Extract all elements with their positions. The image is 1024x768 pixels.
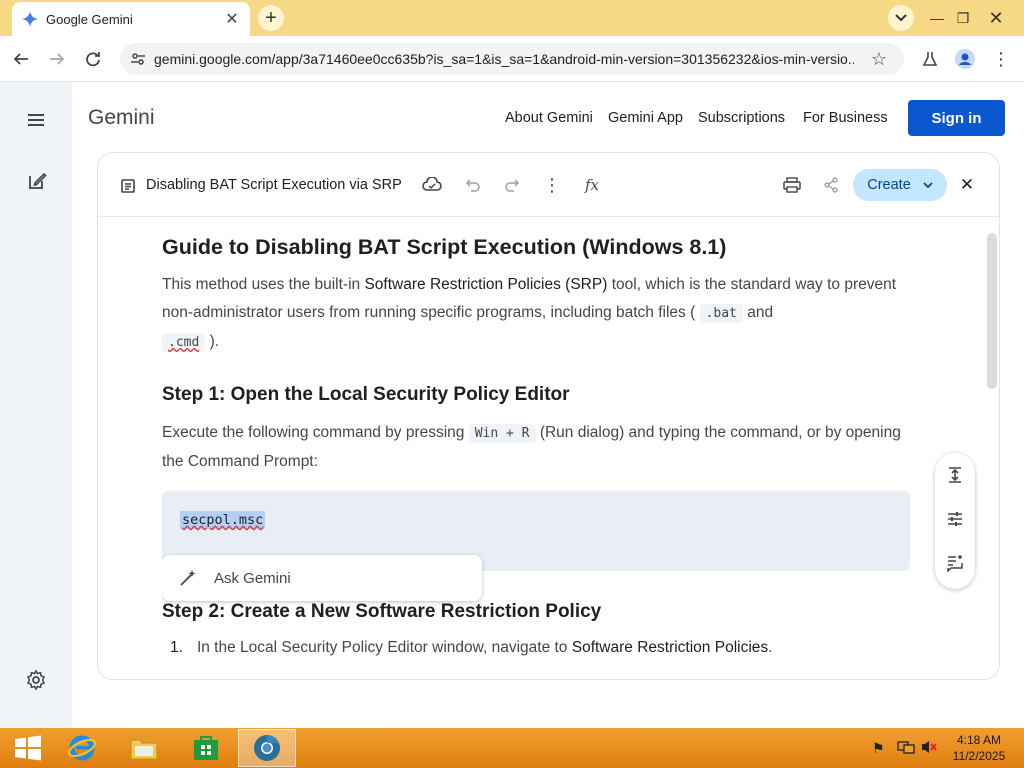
nav-subscriptions[interactable]: Subscriptions	[698, 110, 785, 126]
new-chat-icon[interactable]	[26, 170, 48, 197]
network-icon[interactable]	[897, 739, 915, 760]
main-area: Gemini About Gemini Gemini App Subscript…	[72, 82, 1024, 728]
intro-text: This method uses the built-in	[162, 276, 365, 293]
document-heading: Guide to Disabling BAT Script Execution …	[162, 235, 727, 259]
back-button[interactable]	[8, 46, 34, 72]
side-rail	[0, 82, 72, 728]
site-settings-icon[interactable]	[130, 51, 146, 67]
ask-gemini-label: Ask Gemini	[214, 569, 291, 587]
start-button[interactable]	[0, 730, 56, 766]
canvas-title: Disabling BAT Script Execution via SRP	[146, 177, 402, 193]
flask-icon	[922, 52, 938, 66]
document-content: Guide to Disabling BAT Script Execution …	[162, 217, 912, 679]
menu-hamburger-icon[interactable]	[24, 108, 48, 137]
intro-and: and	[742, 304, 774, 321]
step2-heading: Step 2: Create a New Software Restrictio…	[162, 601, 602, 622]
tab-title: Google Gemini	[46, 11, 133, 27]
store-icon[interactable]	[178, 730, 234, 766]
cloud-save-icon[interactable]	[420, 173, 444, 197]
chevron-down-icon	[923, 182, 933, 188]
function-fx-icon[interactable]: fx	[580, 173, 604, 197]
step1-heading: Step 1: Open the Local Security Policy E…	[162, 384, 570, 405]
redo-icon[interactable]	[500, 173, 524, 197]
adjust-length-icon[interactable]	[943, 463, 967, 487]
close-tab-icon[interactable]: ✕	[224, 9, 240, 29]
code-win-r: Win + R	[468, 424, 536, 443]
back-arrow-icon	[13, 53, 28, 65]
ask-gemini-popup[interactable]: Ask Gemini	[162, 555, 482, 601]
sign-in-button[interactable]: Sign in	[908, 100, 1005, 136]
tab-strip: Google Gemini ✕ + — ❐ ✕	[0, 0, 1024, 36]
system-clock[interactable]: 4:18 AM 11/2/2025	[948, 732, 1010, 764]
add-note-icon[interactable]	[943, 551, 967, 575]
tab-search-button[interactable]	[888, 5, 914, 31]
list-text: In the Local Security Policy Editor wind…	[196, 639, 572, 656]
nav-for-business[interactable]: For Business	[803, 110, 888, 126]
settings-gear-icon[interactable]	[24, 668, 48, 697]
nav-about-gemini[interactable]: About Gemini	[505, 110, 593, 126]
windows-taskbar: ⚑ 4:18 AM 11/2/2025	[0, 728, 1024, 768]
step1-paragraph: Execute the following command by pressin…	[162, 419, 902, 476]
gemini-logo-icon	[22, 11, 38, 27]
chevron-down-icon	[895, 14, 907, 22]
share-icon[interactable]	[819, 173, 843, 197]
account-icon	[955, 49, 975, 69]
list-bold-text: Software Restriction Policies	[571, 639, 769, 656]
address-bar[interactable]: gemini.google.com/app/3a71460ee0cc635b?i…	[120, 43, 904, 75]
nav-gemini-app[interactable]: Gemini App	[608, 110, 683, 126]
intro-paragraph: This method uses the built-in Software R…	[162, 271, 902, 357]
new-tab-button[interactable]: +	[258, 5, 284, 31]
minimize-button[interactable]: —	[922, 0, 952, 36]
reload-icon	[86, 52, 100, 67]
gemini-page: Gemini About Gemini Gemini App Subscript…	[0, 82, 1024, 728]
clock-time: 4:18 AM	[956, 733, 1002, 747]
floating-toolbar	[935, 453, 975, 589]
canvas-scrollbar[interactable]	[987, 233, 997, 389]
labs-flask-icon[interactable]	[917, 46, 943, 72]
close-window-button[interactable]: ✕	[976, 0, 1016, 36]
intro-end: ).	[205, 333, 220, 350]
gemini-brand[interactable]: Gemini	[88, 106, 155, 130]
magic-pencil-icon	[180, 570, 196, 586]
volume-muted-icon[interactable]	[920, 739, 938, 760]
document-icon	[121, 179, 135, 193]
create-label: Create	[867, 177, 911, 193]
bookmark-star-icon[interactable]: ☆	[866, 46, 892, 72]
forward-button[interactable]	[44, 46, 70, 72]
list-number: 1.	[170, 639, 183, 656]
chrome-taskbar-icon[interactable]	[238, 729, 296, 767]
action-center-flag-icon[interactable]: ⚑	[872, 740, 885, 757]
close-canvas-icon[interactable]: ✕	[955, 173, 979, 197]
url-text: gemini.google.com/app/3a71460ee0cc635b?i…	[154, 51, 854, 67]
undo-icon[interactable]	[461, 173, 485, 197]
more-options-icon[interactable]: ⋮	[540, 173, 564, 197]
browser-tab[interactable]: Google Gemini ✕	[12, 2, 250, 36]
canvas-panel: Disabling BAT Script Execution via SRP ⋮…	[97, 152, 1000, 680]
tune-sliders-icon[interactable]	[943, 507, 967, 531]
step1-text: Execute the following command by pressin…	[162, 424, 469, 441]
code-cmd: .cmd	[162, 333, 206, 352]
windows-logo-icon	[15, 735, 41, 761]
list-text-end: .	[768, 639, 773, 656]
create-button[interactable]: Create	[853, 169, 947, 201]
more-menu-icon[interactable]: ⋮	[988, 46, 1014, 72]
restore-button[interactable]: ❐	[950, 0, 976, 36]
profile-avatar[interactable]	[952, 46, 978, 72]
canvas-header: Disabling BAT Script Execution via SRP ⋮…	[98, 153, 999, 217]
browser-toolbar: gemini.google.com/app/3a71460ee0cc635b?i…	[0, 36, 1024, 82]
code-block-text[interactable]: secpol.msc	[180, 511, 266, 529]
file-explorer-icon[interactable]	[116, 730, 172, 766]
reload-button[interactable]	[80, 46, 106, 72]
list-item: 1. In the Local Security Policy Editor wi…	[170, 639, 772, 657]
clock-date: 11/2/2025	[952, 749, 1006, 763]
print-icon[interactable]	[780, 173, 804, 197]
internet-explorer-icon[interactable]	[54, 730, 110, 766]
forward-arrow-icon	[50, 53, 65, 65]
code-bat: .bat	[699, 304, 743, 323]
intro-bold-text: Software Restriction Policies (SRP)	[364, 276, 608, 293]
